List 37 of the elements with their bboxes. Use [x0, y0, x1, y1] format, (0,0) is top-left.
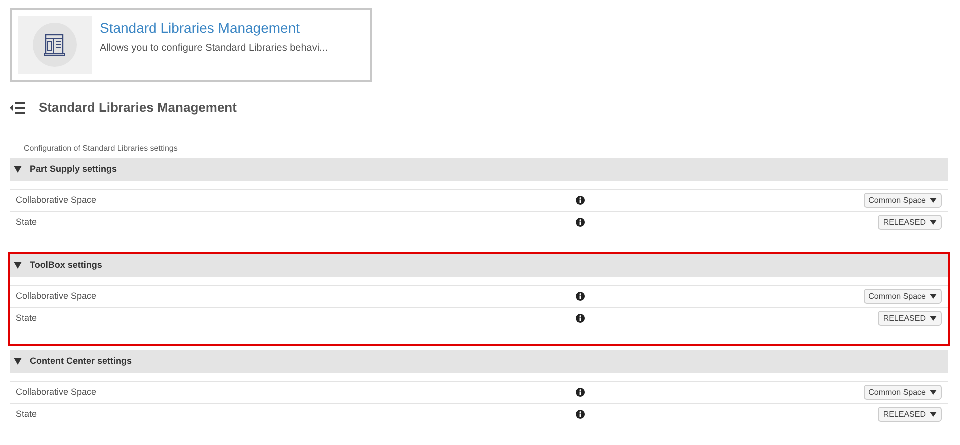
info-icon[interactable] [576, 410, 585, 419]
setting-label: State [16, 312, 38, 325]
setting-label: Collaborative Space [16, 386, 98, 399]
caret-icon [930, 220, 937, 225]
collapse-icon[interactable] [14, 262, 22, 269]
caret-icon [930, 198, 937, 203]
section-header[interactable]: Part Supply settings [10, 158, 948, 181]
caret-icon [930, 412, 937, 417]
app-description: Allows you to configure Standard Libraries behavi... [100, 42, 328, 56]
collapse-icon[interactable] [14, 358, 22, 365]
caret-icon [930, 316, 937, 321]
value-dropdown[interactable]: RELEASED [878, 215, 942, 230]
info-icon[interactable] [576, 196, 585, 205]
section-header[interactable]: ToolBox settings [10, 254, 948, 277]
app-card[interactable]: Standard Libraries Management Allows you to configure Standard Libraries behavi... [10, 8, 372, 82]
setting-label: Collaborative Space [16, 194, 98, 207]
collapse-icon[interactable] [14, 166, 22, 173]
info-icon[interactable] [576, 314, 585, 323]
value-dropdown[interactable]: Common Space [864, 289, 942, 304]
sidebar-toggle-icon[interactable] [10, 102, 25, 114]
value-dropdown[interactable]: Common Space [864, 385, 942, 400]
library-icon [33, 23, 77, 67]
value-dropdown[interactable]: RELEASED [878, 311, 942, 326]
caret-icon [930, 390, 937, 395]
info-icon[interactable] [576, 292, 585, 301]
caret-icon [930, 294, 937, 299]
app-title[interactable]: Standard Libraries Management [100, 18, 328, 39]
page-title: Standard Libraries Management [39, 99, 237, 118]
setting-label: Collaborative Space [16, 290, 98, 303]
value-dropdown[interactable]: RELEASED [878, 407, 942, 422]
section-header[interactable]: Content Center settings [10, 350, 948, 373]
page-subtitle: Configuration of Standard Libraries settings [24, 144, 178, 153]
value-dropdown[interactable]: Common Space [864, 193, 942, 208]
info-icon[interactable] [576, 388, 585, 397]
info-icon[interactable] [576, 218, 585, 227]
setting-label: State [16, 408, 38, 421]
setting-label: State [16, 216, 38, 229]
